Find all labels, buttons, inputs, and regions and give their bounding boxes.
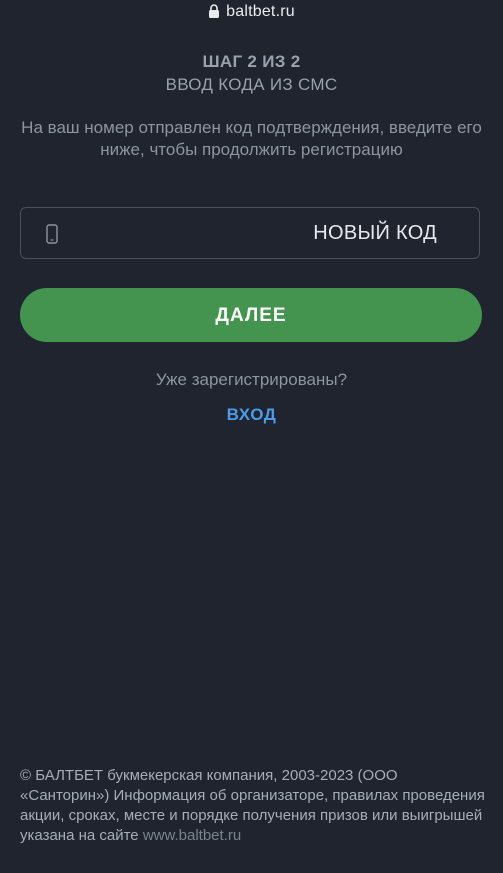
footer-text: © БАЛТБЕТ букмекерская компания, 2003-20…	[20, 767, 485, 844]
sms-code-description: На ваш номер отправлен код подтверждения…	[21, 118, 482, 159]
footer-site-link[interactable]: www.baltbet.ru	[143, 827, 241, 844]
step-subtitle: ВВОД КОДА ИЗ СМС	[165, 75, 338, 94]
step-indicator: ШАГ 2 ИЗ 2	[202, 52, 301, 71]
registration-page: baltbet.ru ШАГ 2 ИЗ 2 ВВОД КОДА ИЗ СМС Н…	[0, 0, 503, 873]
login-link[interactable]: ВХОД	[0, 405, 503, 425]
new-code-button[interactable]: НОВЫЙ КОД	[313, 208, 437, 258]
browser-url: baltbet.ru	[226, 3, 295, 20]
sms-code-field[interactable]: НОВЫЙ КОД	[20, 207, 480, 260]
phone-icon	[46, 224, 58, 244]
browser-url-bar[interactable]: baltbet.ru	[0, 0, 503, 24]
footer-legal-text: © БАЛТБЕТ букмекерская компания, 2003-20…	[20, 766, 486, 846]
sms-code-input[interactable]	[81, 208, 285, 260]
next-button[interactable]: ДАЛЕЕ	[20, 288, 482, 342]
lock-icon	[209, 4, 220, 18]
already-registered-text: Уже зарегистрированы?	[155, 370, 348, 389]
